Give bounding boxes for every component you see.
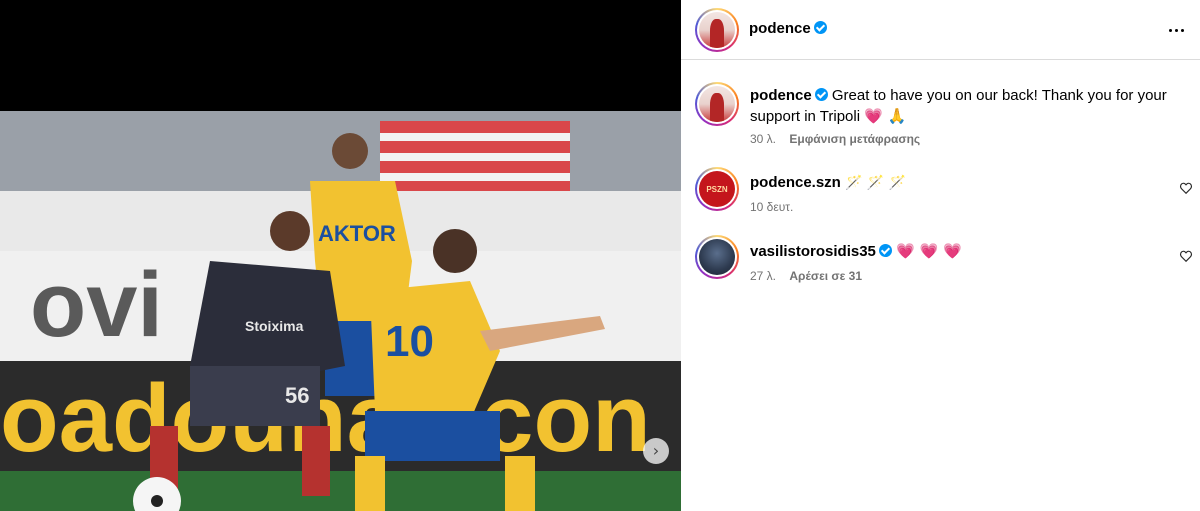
heart-outline-icon[interactable]: [1179, 181, 1193, 195]
avatar[interactable]: [695, 8, 739, 52]
post-photo[interactable]: ovi oadounas.con AKTOR Stoixima 56 10 ›: [0, 111, 681, 511]
comment-likes[interactable]: Αρέσει σε 31: [789, 269, 862, 283]
caption-username[interactable]: podence: [750, 87, 812, 104]
post-side-panel: podence podence Great to have you on our…: [681, 0, 1200, 511]
caption-meta: 30 λ. Εμφάνιση μετάφρασης: [750, 132, 920, 146]
comment-time[interactable]: 27 λ.: [750, 269, 776, 283]
comment-avatar[interactable]: [695, 235, 739, 279]
see-translation-button[interactable]: Εμφάνιση μετάφρασης: [789, 132, 920, 146]
caption-emojis: 💗 🙏: [864, 107, 907, 125]
svg-text:Stoixima: Stoixima: [245, 318, 304, 334]
more-options-icon: [1168, 28, 1172, 32]
svg-text:56: 56: [285, 383, 309, 408]
comment-avatar[interactable]: [695, 167, 739, 211]
more-options-icon-dot: [1180, 28, 1184, 32]
comment: podence.szn 🪄 🪄 🪄: [750, 174, 906, 191]
next-media-button[interactable]: ›: [643, 438, 669, 464]
verified-badge-icon: [814, 88, 828, 101]
more-options-icon-dot: [1174, 28, 1178, 32]
heart-outline-icon[interactable]: [1179, 249, 1193, 263]
comment-username[interactable]: podence.szn: [750, 174, 841, 191]
author-name[interactable]: podence: [749, 20, 811, 37]
comment-username[interactable]: vasilistorosidis35: [750, 243, 876, 260]
verified-badge-icon: [813, 21, 827, 34]
comment: vasilistorosidis35 💗 💗 💗: [750, 242, 962, 260]
post-author-username[interactable]: podence: [749, 20, 827, 37]
comment-text: 🪄 🪄 🪄: [845, 175, 907, 191]
caption-avatar[interactable]: [695, 82, 739, 126]
post-media: ovi oadounas.con AKTOR Stoixima 56 10 ›: [0, 0, 681, 511]
svg-text:AKTOR: AKTOR: [318, 221, 396, 246]
chevron-right-icon: ›: [652, 441, 660, 460]
svg-text:ovi: ovi: [30, 254, 163, 356]
caption-time[interactable]: 30 λ.: [750, 132, 776, 146]
verified-badge-icon: [878, 244, 892, 257]
comment-meta: 10 δευτ.: [750, 200, 793, 214]
more-options-button[interactable]: [1164, 18, 1188, 42]
football-match-photo: ovi oadounas.con AKTOR Stoixima 56 10: [0, 111, 681, 511]
caption: podence Great to have you on our back! T…: [750, 86, 1170, 127]
post-header: podence: [681, 0, 1200, 60]
comment-time[interactable]: 10 δευτ.: [750, 200, 793, 214]
comment-text: 💗 💗 💗: [896, 242, 962, 260]
comment-meta: 27 λ. Αρέσει σε 31: [750, 269, 862, 283]
caption-text: Great to have you on our back! Thank you…: [750, 87, 1167, 125]
svg-text:10: 10: [385, 317, 434, 366]
